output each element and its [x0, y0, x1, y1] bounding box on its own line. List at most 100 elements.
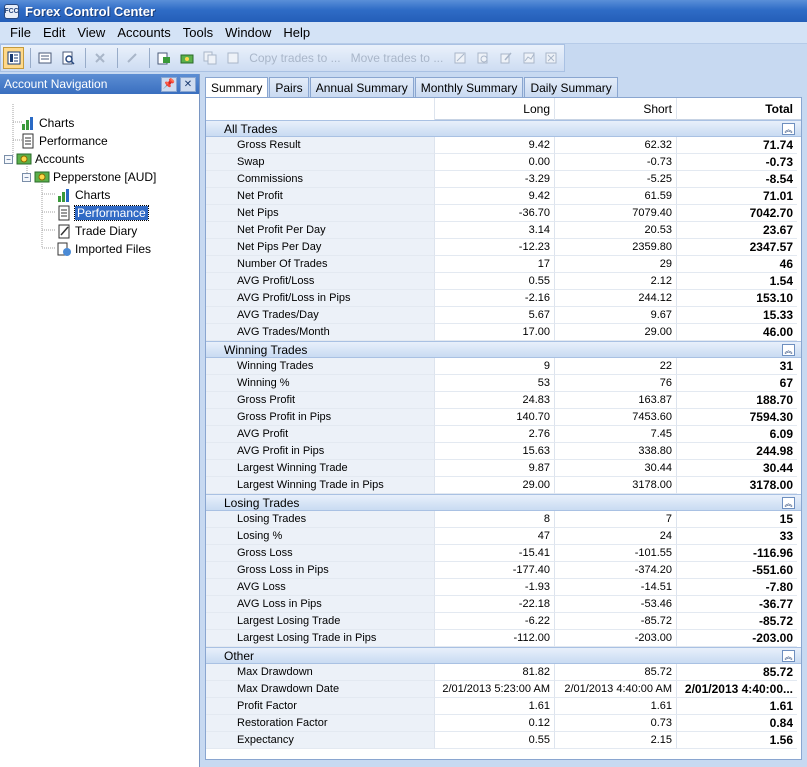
edit-trade-button[interactable]	[495, 47, 516, 69]
collapse-section-button[interactable]: ︽	[782, 123, 795, 135]
table-row[interactable]: AVG Profit in Pips 15.63 338.80 244.98	[206, 443, 801, 460]
table-row[interactable]: Gross Profit in Pips 140.70 7453.60 7594.30	[206, 409, 801, 426]
menu-help[interactable]: Help	[277, 25, 316, 40]
table-row[interactable]: AVG Loss -1.93 -14.51 -7.80	[206, 579, 801, 596]
chart-trade-button[interactable]	[518, 47, 539, 69]
total-value: 1.54	[677, 273, 797, 290]
pin-button[interactable]: 📌	[161, 76, 177, 92]
table-row[interactable]: Largest Winning Trade 9.87 30.44 30.44	[206, 460, 801, 477]
nav-item-charts[interactable]: Charts	[20, 114, 74, 132]
table-row[interactable]: AVG Loss in Pips -22.18 -53.46 -36.77	[206, 596, 801, 613]
table-row[interactable]: Number Of Trades 17 29 46	[206, 256, 801, 273]
print-preview-button[interactable]	[58, 47, 79, 69]
menu-file[interactable]: File	[4, 25, 37, 40]
table-row[interactable]: AVG Profit/Loss in Pips -2.16 244.12 153.10	[206, 290, 801, 307]
move-trades-label[interactable]: Move trades to ...	[351, 51, 444, 65]
menu-window[interactable]: Window	[219, 25, 277, 40]
menu-accounts[interactable]: Accounts	[111, 25, 176, 40]
long-value: 9.42	[435, 137, 555, 154]
table-row[interactable]: Gross Result 9.42 62.32 71.74	[206, 137, 801, 154]
table-row[interactable]: Gross Loss -15.41 -101.55 -116.96	[206, 545, 801, 562]
row-label: Gross Result	[206, 137, 435, 154]
table-row[interactable]: Losing Trades 8 7 15	[206, 511, 801, 528]
table-row[interactable]: Net Profit 9.42 61.59 71.01	[206, 188, 801, 205]
header-short[interactable]: Short	[555, 98, 677, 120]
close-panel-button[interactable]: ✕	[180, 76, 196, 92]
section-header[interactable]: Other ︽	[206, 647, 801, 664]
menu-tools[interactable]: Tools	[177, 25, 219, 40]
remove-trade-button[interactable]	[541, 47, 562, 69]
table-row[interactable]: AVG Profit 2.76 7.45 6.09	[206, 426, 801, 443]
nav-item-performance[interactable]: Performance	[20, 132, 108, 150]
collapse-section-button[interactable]: ︽	[782, 497, 795, 509]
long-value: 81.82	[435, 664, 555, 681]
document-icon	[56, 205, 72, 221]
navigation-toggle-button[interactable]	[3, 47, 25, 69]
long-value: 0.12	[435, 715, 555, 732]
toolbar: Copy trades to ... Move trades to ...	[0, 44, 565, 72]
section-header[interactable]: All Trades ︽	[206, 120, 801, 137]
table-row[interactable]: Gross Profit 24.83 163.87 188.70	[206, 392, 801, 409]
table-row[interactable]: Commissions -3.29 -5.25 -8.54	[206, 171, 801, 188]
nav-item-account-charts[interactable]: Charts	[56, 186, 110, 204]
copy-trades-label[interactable]: Copy trades to ...	[249, 51, 340, 65]
copy-trades-button[interactable]	[222, 47, 243, 69]
collapse-section-button[interactable]: ︽	[782, 344, 795, 356]
nav-item-account-performance[interactable]: Performance	[56, 204, 149, 222]
total-value: 0.84	[677, 715, 797, 732]
add-account-button[interactable]	[154, 47, 175, 69]
long-value: -3.29	[435, 171, 555, 188]
tab-pairs[interactable]: Pairs	[269, 77, 309, 97]
section-header[interactable]: Winning Trades ︽	[206, 341, 801, 358]
short-value: 0.73	[555, 715, 677, 732]
row-label: AVG Profit	[206, 426, 435, 443]
short-value: 338.80	[555, 443, 677, 460]
tab-daily-summary[interactable]: Daily Summary	[524, 77, 618, 97]
table-row[interactable]: Losing % 47 24 33	[206, 528, 801, 545]
properties-button[interactable]	[35, 47, 56, 69]
section-title: Winning Trades	[224, 342, 308, 357]
table-row[interactable]: Largest Winning Trade in Pips 29.00 3178.0…	[206, 477, 801, 494]
import-button[interactable]	[176, 47, 197, 69]
table-row[interactable]: Winning Trades 9 22 31	[206, 358, 801, 375]
table-row[interactable]: Restoration Factor 0.12 0.73 0.84	[206, 715, 801, 732]
edit-button[interactable]	[122, 47, 143, 69]
nav-item-accounts[interactable]: − Accounts	[4, 150, 84, 168]
tab-monthly-summary[interactable]: Monthly Summary	[414, 77, 524, 97]
long-value: 9.42	[435, 188, 555, 205]
table-row[interactable]: Gross Loss in Pips -177.40 -374.20 -551.60	[206, 562, 801, 579]
nav-item-imported-files[interactable]: Imported Files	[56, 240, 151, 258]
table-row[interactable]: Max Drawdown 81.82 85.72 85.72	[206, 664, 801, 681]
search-trades-button[interactable]	[472, 47, 493, 69]
table-row[interactable]: Largest Losing Trade in Pips -112.00 -203.…	[206, 630, 801, 647]
menu-view[interactable]: View	[71, 25, 111, 40]
menu-edit[interactable]: Edit	[37, 25, 71, 40]
collapse-toggle[interactable]: −	[22, 172, 31, 182]
table-row[interactable]: Profit Factor 1.61 1.61 1.61	[206, 698, 801, 715]
total-value: 46.00	[677, 324, 797, 341]
tab-annual-summary[interactable]: Annual Summary	[309, 77, 414, 97]
table-row[interactable]: Swap 0.00 -0.73 -0.73	[206, 154, 801, 171]
row-label: Restoration Factor	[206, 715, 435, 732]
table-row[interactable]: Winning % 53 76 67	[206, 375, 801, 392]
collapse-toggle[interactable]: −	[4, 154, 13, 164]
table-row[interactable]: Net Pips -36.70 7079.40 7042.70	[206, 205, 801, 222]
section-header[interactable]: Losing Trades ︽	[206, 494, 801, 511]
header-total[interactable]: Total	[677, 98, 797, 120]
nav-item-pepperstone-aud[interactable]: − Pepperstone [AUD]	[22, 168, 156, 186]
notes-button[interactable]	[449, 47, 470, 69]
delete-button[interactable]	[90, 47, 111, 69]
table-row[interactable]: AVG Trades/Month 17.00 29.00 46.00	[206, 324, 801, 341]
collapse-section-button[interactable]: ︽	[782, 650, 795, 662]
table-row[interactable]: Expectancy 0.55 2.15 1.56	[206, 732, 801, 749]
header-long[interactable]: Long	[435, 98, 555, 120]
table-row[interactable]: Max Drawdown Date 2/01/2013 5:23:00 AM 2/0…	[206, 681, 801, 698]
table-row[interactable]: Net Profit Per Day 3.14 20.53 23.67	[206, 222, 801, 239]
tab-summary[interactable]: Summary	[205, 77, 269, 98]
copy-account-button[interactable]	[199, 47, 220, 69]
nav-item-trade-diary[interactable]: Trade Diary	[56, 222, 137, 240]
table-row[interactable]: AVG Trades/Day 5.67 9.67 15.33	[206, 307, 801, 324]
table-row[interactable]: AVG Profit/Loss 0.55 2.12 1.54	[206, 273, 801, 290]
table-row[interactable]: Largest Losing Trade -6.22 -85.72 -85.72	[206, 613, 801, 630]
table-row[interactable]: Net Pips Per Day -12.23 2359.80 2347.57	[206, 239, 801, 256]
